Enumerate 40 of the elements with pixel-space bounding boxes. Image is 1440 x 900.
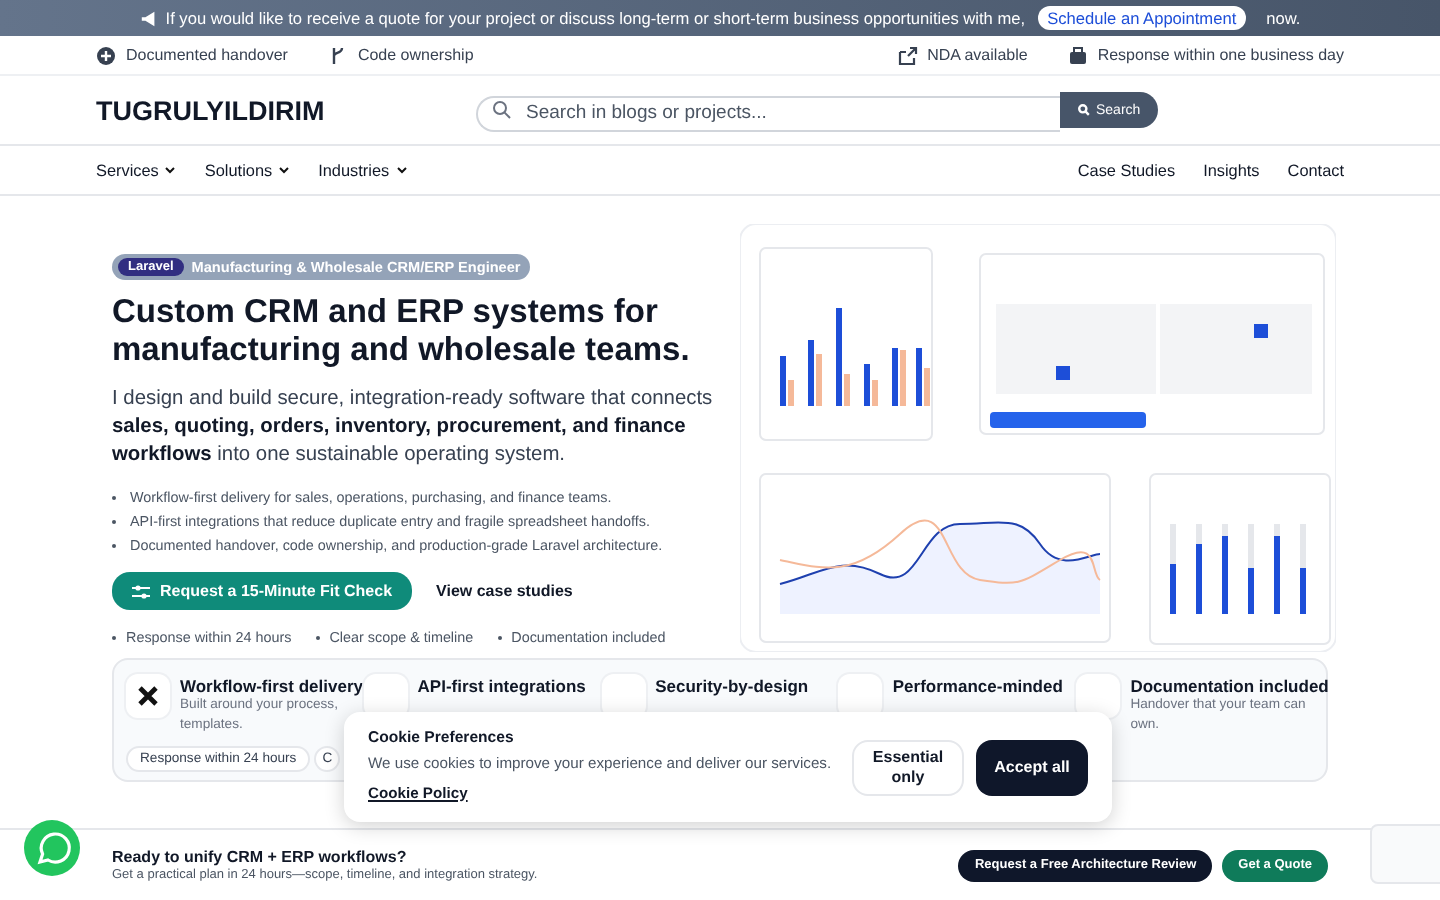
announcement-text: now.: [1266, 8, 1301, 28]
megaphone-icon: [139, 9, 158, 27]
trust-item: Response within one business day: [1097, 46, 1344, 64]
cookie-button[interactable]: Essential only: [852, 739, 964, 795]
feature-title: Performance-minded: [892, 676, 1063, 696]
plus-circle-icon: [96, 45, 116, 65]
hero-intro: I design and build secure, integration-ready software that connects sales, quoting, orders, inventory, procurement, and finance workflows into one sustainable operating system.: [112, 386, 715, 470]
feature-title: Security-by-design: [655, 676, 809, 696]
floating-widget[interactable]: [1370, 824, 1440, 884]
appointment-link[interactable]: Schedule an Appointment: [1037, 6, 1247, 30]
announcement-text: If you would like to receive a quote for your project or discuss long-term or short-term business opportunities with me,: [165, 8, 1026, 28]
cookie-button[interactable]: Accept all: [976, 739, 1088, 795]
caret-icon: [395, 166, 408, 174]
fit-check-button[interactable]: Request a 15-Minute Fit Check: [112, 572, 413, 610]
search-field[interactable]: Search in blogs or projects...: [476, 95, 1060, 131]
search-icon: [1078, 104, 1090, 116]
nav-link[interactable]: Insights: [1203, 161, 1260, 179]
cta-title: Ready to unify CRM + ERP workflows?: [112, 848, 409, 866]
feature-title: Documentation included: [1130, 676, 1329, 696]
nav-link[interactable]: Case Studies: [1077, 161, 1176, 179]
nav-link[interactable]: Contact: [1287, 161, 1344, 179]
nav-menu[interactable]: Industries: [318, 161, 408, 179]
site-logo[interactable]: TUGRULYILDIRIM: [96, 95, 476, 125]
nav-menu[interactable]: Services: [96, 161, 177, 179]
branch-icon: [327, 45, 348, 65]
sliders-icon: [132, 583, 150, 599]
chat-bubble-button[interactable]: [24, 820, 80, 876]
nav-menu[interactable]: Solutions: [204, 161, 291, 179]
share-icon: [897, 45, 918, 65]
caret-icon: [164, 166, 177, 174]
search-icon: [492, 100, 512, 120]
trust-item: Documented handover: [126, 46, 288, 64]
feature-title: Workflow-first delivery: [180, 676, 363, 696]
trust-item: NDA available: [927, 46, 1028, 64]
case-studies-link[interactable]: View case studies: [436, 582, 573, 600]
briefcase-icon: [1067, 45, 1088, 65]
feature-title: API-first integrations: [417, 676, 586, 696]
hero-title: Custom CRM and ERP systems for manufacturing and wholesale teams.: [112, 294, 692, 370]
caret-icon: [278, 166, 291, 174]
trust-item: Code ownership: [357, 46, 474, 64]
